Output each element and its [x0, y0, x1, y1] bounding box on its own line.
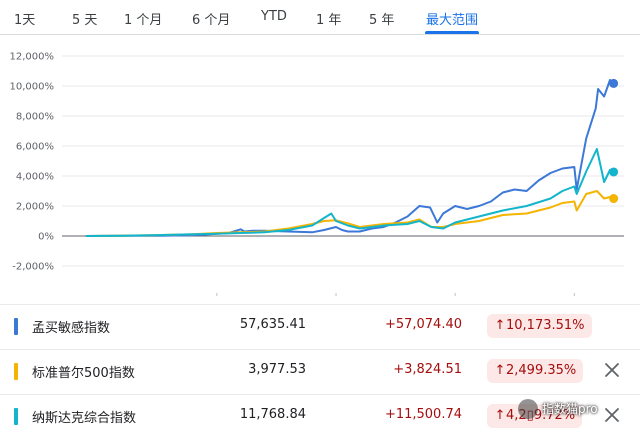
chart-ticks: 12,000% 10,000% 8,000% 6,000% 4,000% 2,000% 0%…: [10, 52, 55, 273]
tab-1-year[interactable]: 1 年: [316, 9, 341, 28]
y-tick-label: 10,000%: [10, 82, 55, 93]
close-icon[interactable]: [602, 360, 622, 380]
y-tick-label: 12,000%: [10, 52, 55, 63]
series-color-marker: [14, 318, 18, 335]
index-price: 11,768.84: [239, 407, 306, 422]
y-tick-label: 4,000%: [16, 172, 54, 183]
tab-5-years[interactable]: 5 年: [369, 9, 394, 28]
y-tick-label: -2,000%: [12, 262, 54, 273]
series-end-point: [609, 167, 619, 177]
index-change: +3,824.51: [393, 362, 462, 377]
tab-max-range[interactable]: 最大范围: [426, 9, 478, 28]
y-tick-label: 0%: [38, 232, 54, 243]
index-price: 57,635.41: [239, 317, 306, 332]
index-name: 孟买敏感指数: [32, 321, 111, 336]
index-row-sp500[interactable]: 标准普尔500指数 3,977.53 +3,824.51 ↑2,499.35%: [0, 350, 640, 394]
tab-1-day[interactable]: 1天: [14, 9, 35, 28]
chart-grid: [62, 55, 624, 296]
watermark-logo-icon: [518, 399, 538, 419]
percent-change-badge: ↑2,499.35%: [487, 359, 584, 383]
tab-5-days[interactable]: 5 天: [72, 9, 97, 28]
series-color-marker: [14, 408, 18, 425]
index-change: +11,500.74: [384, 407, 462, 422]
index-price: 3,977.53: [248, 362, 306, 377]
percent-change-value: 10,173.51%: [506, 318, 585, 333]
series-end-point: [609, 78, 619, 88]
time-range-tabs: 1天 5 天 1 个月 6 个月 YTD 1 年 5 年 最大范围: [0, 0, 640, 36]
tabs-divider: [0, 34, 640, 35]
tab-ytd[interactable]: YTD: [261, 9, 287, 24]
y-tick-label: 2,000%: [16, 202, 54, 213]
arrow-up-icon: ↑: [494, 408, 506, 423]
watermark-text: 指数猫pro: [542, 402, 598, 416]
percent-change-badge: ↑10,173.51%: [487, 314, 592, 338]
arrow-up-icon: ↑: [494, 363, 506, 378]
tab-6-months[interactable]: 6 个月: [192, 9, 230, 28]
y-tick-label: 8,000%: [16, 112, 54, 123]
tab-1-month[interactable]: 1 个月: [124, 9, 162, 28]
percent-change-value: 2,499.35%: [506, 363, 577, 378]
index-name: 标准普尔500指数: [32, 366, 135, 381]
series-line: [85, 79, 615, 237]
index-name: 纳斯达克综合指数: [32, 411, 137, 426]
series-line: [85, 190, 614, 237]
index-change: +57,074.40: [384, 317, 462, 332]
series-color-marker: [14, 363, 18, 380]
y-tick-label: 6,000%: [16, 142, 54, 153]
watermark: 指数猫pro: [518, 398, 636, 420]
chart-series: [85, 78, 619, 237]
series-end-point: [609, 194, 619, 204]
performance-chart: 12,000% 10,000% 8,000% 6,000% 4,000% 2,000% 0%…: [10, 52, 624, 296]
arrow-up-icon: ↑: [494, 318, 506, 333]
index-row-sensex[interactable]: 孟买敏感指数 57,635.41 +57,074.40 ↑10,173.51%: [0, 305, 640, 349]
